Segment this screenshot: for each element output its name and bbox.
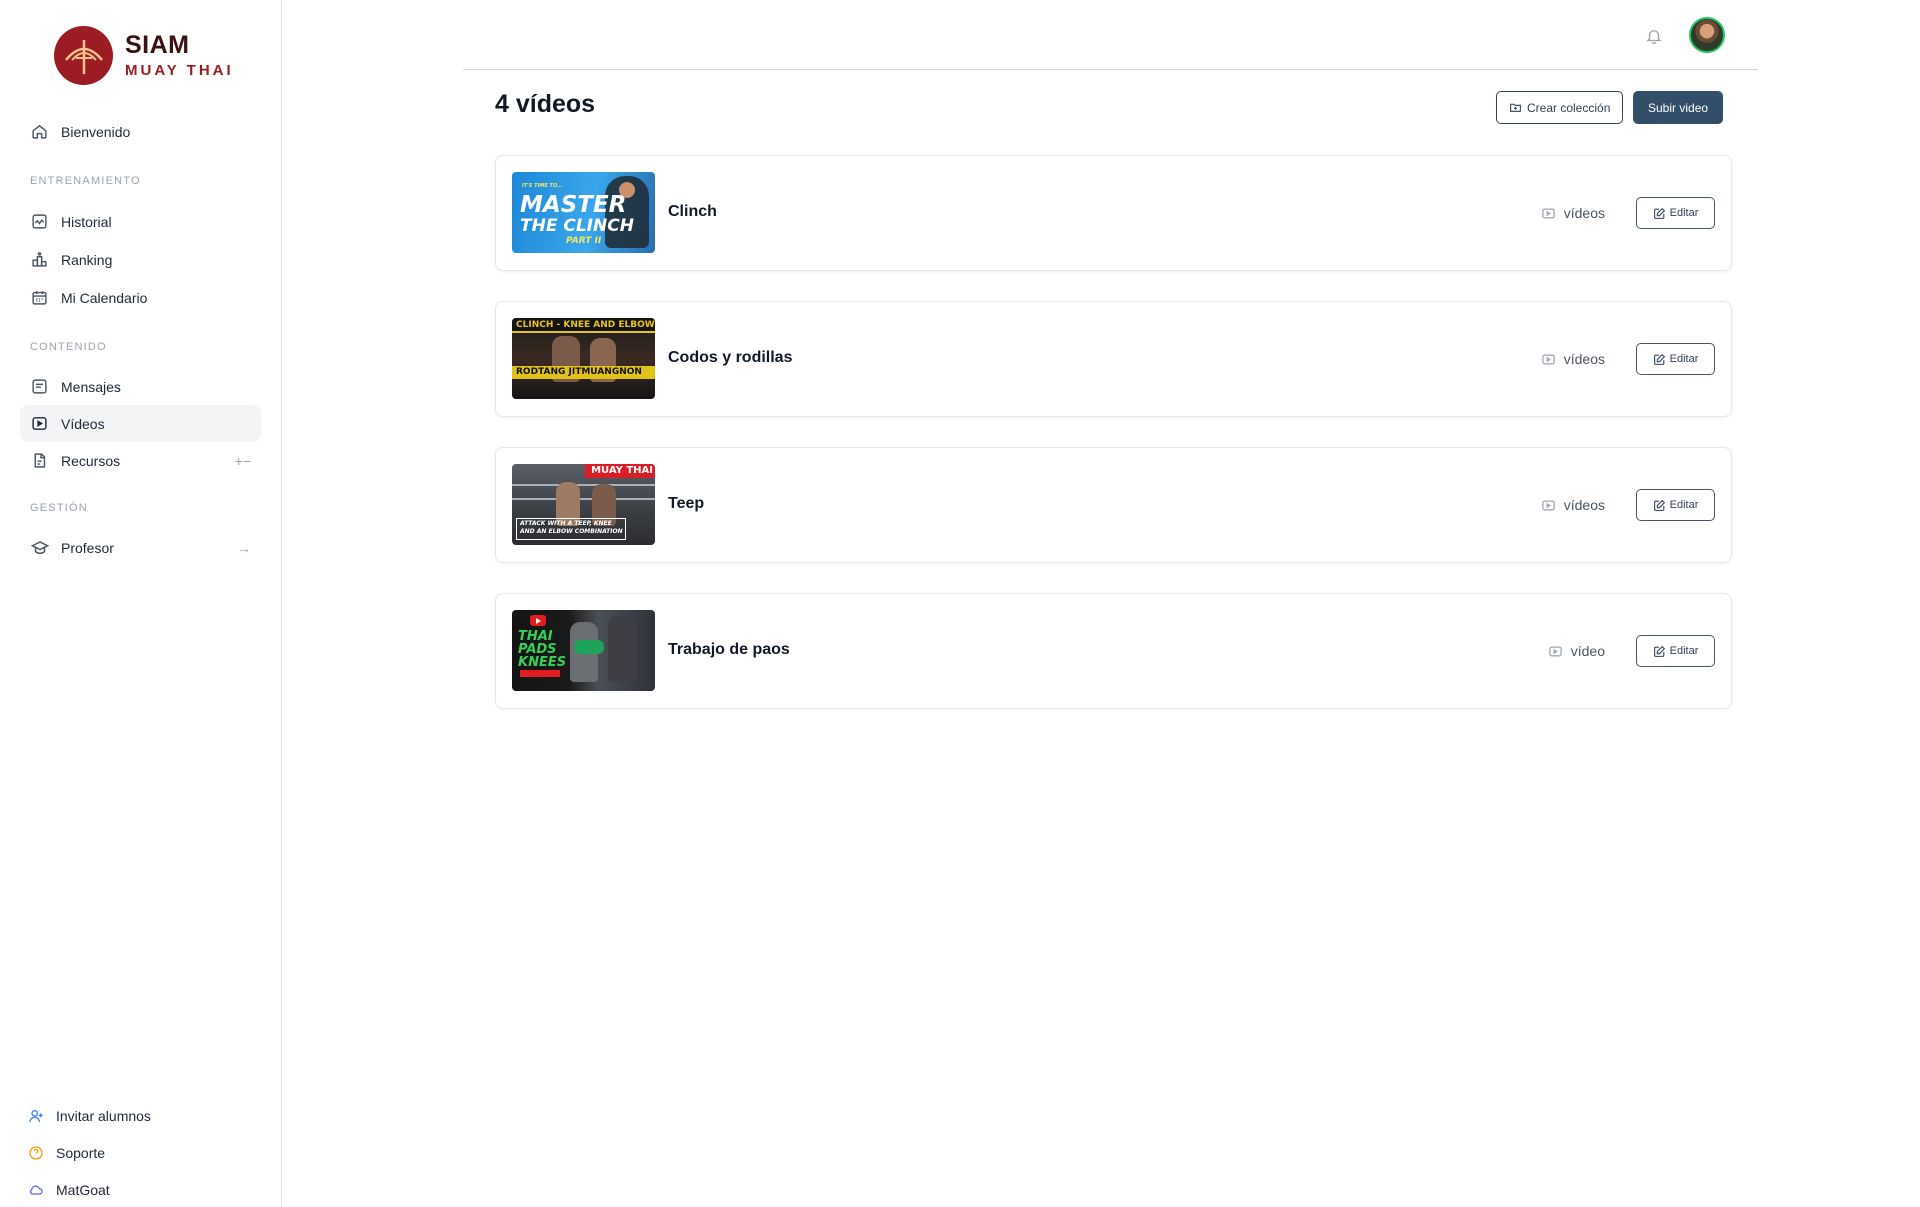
thumb-caption: IT'S TIME TO... xyxy=(522,183,563,189)
thumbnail-image: CLINCH - KNEE AND ELBOW RODTANG JITMUANG… xyxy=(512,318,655,399)
footer-item-label: Soporte xyxy=(56,1145,106,1161)
sidebar-item-label: Vídeos xyxy=(61,415,105,432)
cloud-icon xyxy=(28,1182,44,1198)
sidebar-item-bienvenido[interactable]: Bienvenido xyxy=(20,113,261,150)
edit-label: Editar xyxy=(1669,645,1699,657)
sidebar: SIAM MUAY THAI Bienvenido ENTRENAMIENTO … xyxy=(0,0,282,1207)
thumbnail-image: MUAY THAI ATTACK WITH A TEEP, KNEE AND A… xyxy=(512,464,655,545)
video-count: vídeo xyxy=(1548,643,1605,659)
collection-card[interactable]: IT'S TIME TO... MASTER THE CLINCH PART I… xyxy=(495,155,1732,271)
matgoat-link[interactable]: MatGoat xyxy=(28,1182,110,1198)
edit-icon xyxy=(1653,645,1666,658)
sidebar-item-mensajes[interactable]: Mensajes xyxy=(20,368,261,405)
video-count-label: vídeos xyxy=(1563,351,1605,367)
page-title: 4 vídeos xyxy=(495,90,596,118)
thumb-caption: MASTER xyxy=(520,192,627,218)
create-collection-label: Crear colección xyxy=(1527,100,1611,115)
sidebar-item-historial[interactable]: Historial xyxy=(20,203,261,240)
video-count-label: vídeo xyxy=(1570,643,1605,659)
thumb-caption: KNEES xyxy=(518,655,567,670)
bell-icon[interactable] xyxy=(1643,25,1665,47)
thumb-caption: ATTACK WITH A TEEP, KNEE xyxy=(520,520,612,527)
support-link[interactable]: Soporte xyxy=(28,1145,105,1161)
app: SIAM MUAY THAI Bienvenido ENTRENAMIENTO … xyxy=(0,0,1920,1207)
edit-button[interactable]: Editar xyxy=(1636,635,1715,667)
section-label-management: GESTIÓN xyxy=(30,502,88,514)
video-count: vídeos xyxy=(1541,205,1605,221)
collection-card[interactable]: THAI PADS KNEES Trabajo de paos vídeo Ed… xyxy=(495,593,1732,709)
sidebar-item-ranking[interactable]: Ranking xyxy=(20,241,261,278)
edit-button[interactable]: Editar xyxy=(1636,489,1715,521)
brand-subtitle: MUAY THAI xyxy=(125,62,234,79)
main-content: 4 vídeos Crear colección Subir video IT'… xyxy=(282,0,1920,1207)
avatar[interactable] xyxy=(1689,17,1725,53)
edit-label: Editar xyxy=(1669,499,1699,511)
upload-video-button[interactable]: Subir video xyxy=(1633,91,1724,124)
edit-icon xyxy=(1653,499,1666,512)
footer-item-label: Invitar alumnos xyxy=(56,1108,151,1124)
calendar-icon xyxy=(30,288,49,307)
top-bar xyxy=(463,0,1758,70)
collection-title: Codos y rodillas xyxy=(668,349,793,366)
user-plus-icon xyxy=(28,1108,44,1124)
edit-icon xyxy=(1653,353,1666,366)
arrow-right-icon[interactable]: → xyxy=(237,540,251,556)
edit-icon xyxy=(1653,207,1666,220)
video-icon xyxy=(30,414,49,433)
thumbnail-image: IT'S TIME TO... MASTER THE CLINCH PART I… xyxy=(512,172,655,253)
podium-icon xyxy=(30,250,49,269)
brand-title: SIAM xyxy=(125,31,190,59)
thumb-caption: PART II xyxy=(566,236,602,246)
footer-item-label: MatGoat xyxy=(56,1182,110,1198)
sidebar-item-calendario[interactable]: Mi Calendario xyxy=(20,279,261,316)
section-label-content: CONTENIDO xyxy=(30,341,107,353)
sidebar-item-label: Bienvenido xyxy=(61,123,131,140)
edit-button[interactable]: Editar xyxy=(1636,197,1715,229)
brand-logo[interactable]: SIAM MUAY THAI xyxy=(54,26,234,85)
sidebar-item-label: Historial xyxy=(61,213,112,230)
video-count-label: vídeos xyxy=(1563,497,1605,513)
sidebar-item-videos[interactable]: Vídeos xyxy=(20,405,261,442)
graduation-cap-icon xyxy=(30,538,49,557)
collection-card[interactable]: CLINCH - KNEE AND ELBOW RODTANG JITMUANG… xyxy=(495,301,1732,417)
sidebar-item-recursos[interactable]: Recursos +− xyxy=(20,442,261,479)
edit-button[interactable]: Editar xyxy=(1636,343,1715,375)
thumb-caption: AND AN ELBOW COMBINATION xyxy=(520,528,623,535)
collection-card[interactable]: MUAY THAI ATTACK WITH A TEEP, KNEE AND A… xyxy=(495,447,1732,563)
thumb-caption: RODTANG JITMUANGNON xyxy=(516,367,642,377)
create-collection-button[interactable]: Crear colección xyxy=(1496,91,1624,124)
sidebar-item-label: Mi Calendario xyxy=(61,289,148,306)
thumb-caption: MUAY THAI xyxy=(591,465,653,476)
sidebar-item-profesor[interactable]: Profesor → xyxy=(20,529,261,566)
logo-mark-icon xyxy=(54,26,113,85)
folder-plus-icon xyxy=(1509,101,1522,114)
collection-title: Clinch xyxy=(668,203,717,220)
video-count: vídeos xyxy=(1541,351,1605,367)
sidebar-item-label: Ranking xyxy=(61,251,113,268)
collection-title: Trabajo de paos xyxy=(668,641,790,658)
help-circle-icon xyxy=(28,1145,44,1161)
activity-icon xyxy=(30,212,49,231)
video-icon xyxy=(1548,644,1563,659)
thumbnail-image: THAI PADS KNEES xyxy=(512,610,655,691)
collection-title: Teep xyxy=(668,495,705,512)
expand-toggle-icon[interactable]: +− xyxy=(235,453,251,469)
video-icon xyxy=(1541,498,1556,513)
video-count-label: vídeos xyxy=(1563,205,1605,221)
video-icon xyxy=(1541,206,1556,221)
home-icon xyxy=(30,122,49,141)
thumb-caption: CLINCH - KNEE AND ELBOW xyxy=(516,320,655,330)
sidebar-item-label: Mensajes xyxy=(61,378,121,395)
edit-label: Editar xyxy=(1669,353,1699,365)
edit-label: Editar xyxy=(1669,207,1699,219)
file-icon xyxy=(30,451,49,470)
video-icon xyxy=(1541,352,1556,367)
sidebar-item-label: Recursos xyxy=(61,452,121,469)
invite-students-link[interactable]: Invitar alumnos xyxy=(28,1108,151,1124)
sidebar-item-label: Profesor xyxy=(61,539,114,556)
thumb-caption: THE CLINCH xyxy=(520,216,634,236)
video-count: vídeos xyxy=(1541,497,1605,513)
section-label-training: ENTRENAMIENTO xyxy=(30,175,141,187)
message-icon xyxy=(30,377,49,396)
